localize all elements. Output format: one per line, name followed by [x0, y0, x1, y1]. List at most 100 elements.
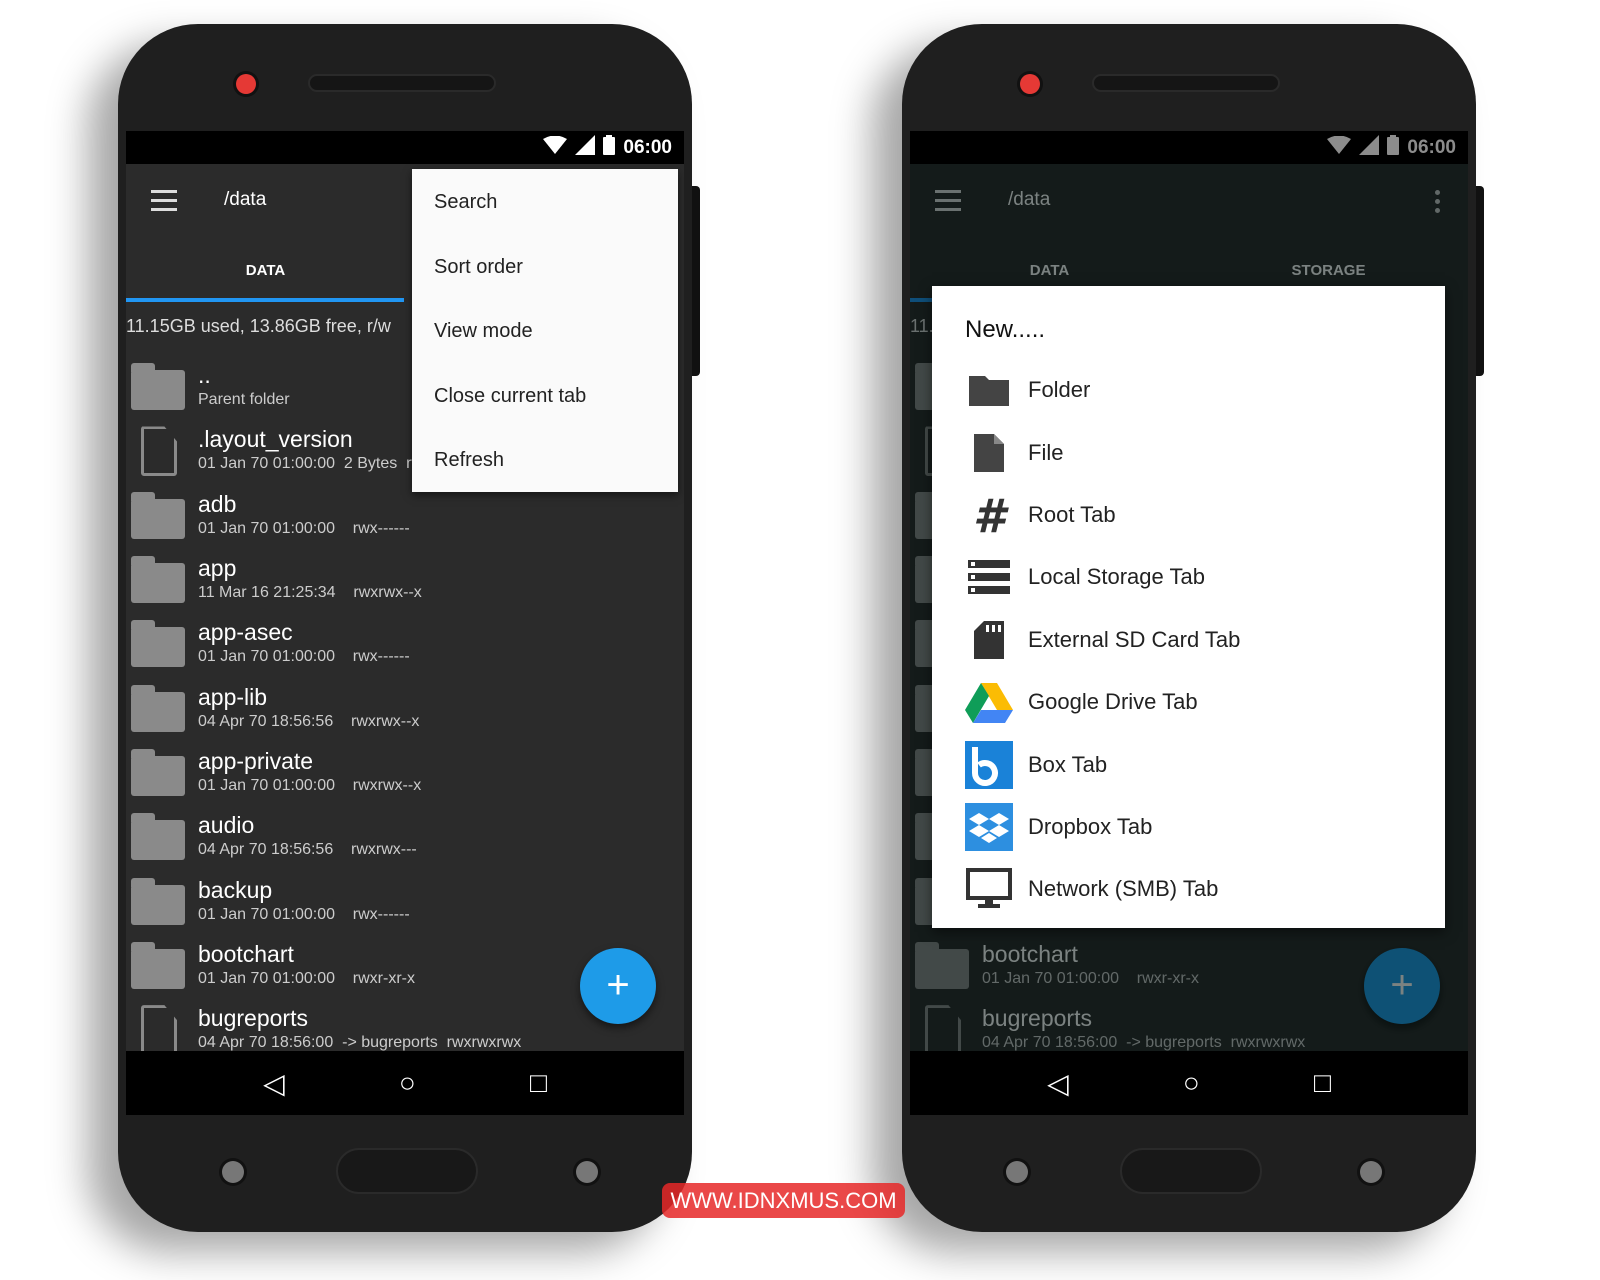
file-name: bootchart: [198, 940, 294, 967]
new-item-label: Network (SMB) Tab: [1028, 876, 1219, 902]
file-icon: [131, 1005, 187, 1056]
google-drive-icon: [964, 678, 1014, 726]
sd-card-icon: [964, 616, 1014, 664]
menu-item[interactable]: Close current tab: [412, 363, 678, 428]
new-item-label: Dropbox Tab: [1028, 813, 1153, 839]
home-button: [1120, 1148, 1262, 1194]
file-name: backup: [198, 876, 273, 903]
nav-bar: ◁ ○ □: [126, 1051, 684, 1115]
current-path: /data: [224, 189, 267, 210]
new-item-label: Root Tab: [1028, 501, 1116, 527]
status-bar: 06:00: [126, 131, 684, 164]
power-button: [1476, 186, 1484, 376]
phone: 06:00 /data DATASTORAGE 11.15GB used, 13…: [118, 24, 700, 1232]
file-details: 04 Apr 70 18:56:56 rwxrwx---: [198, 841, 417, 859]
recents-icon[interactable]: □: [1314, 1067, 1331, 1099]
file-name: ..: [198, 362, 211, 389]
speaker: [308, 74, 496, 92]
home-icon[interactable]: ○: [399, 1067, 416, 1099]
list-item[interactable]: app-lib 04 Apr 70 18:56:56 rwxrwx--x: [126, 676, 684, 740]
new-item-label: Local Storage Tab: [1028, 564, 1205, 590]
list-item[interactable]: app 11 Mar 16 21:25:34 rwxrwx--x: [126, 548, 684, 612]
file-details: 01 Jan 70 01:00:00 rwx------: [198, 519, 410, 537]
folder-icon: [131, 877, 187, 925]
new-item[interactable]: Folder: [932, 359, 1445, 421]
camera: [1020, 74, 1040, 94]
list-item[interactable]: adb 01 Jan 70 01:00:00 rwx------: [126, 484, 684, 548]
list-item[interactable]: audio 04 Apr 70 18:56:56 rwxrwx---: [126, 805, 684, 869]
camera: [236, 74, 256, 94]
new-item-label: Google Drive Tab: [1028, 689, 1198, 715]
list-item[interactable]: app-asec 01 Jan 70 01:00:00 rwx------: [126, 612, 684, 676]
overflow-menu: Search Sort order View mode Close current t…: [412, 169, 678, 492]
wifi-icon: [543, 135, 568, 160]
screen: 06:00 /data DATASTORAGE 11.15GB used, 13…: [910, 131, 1468, 1115]
svg-text:#: #: [973, 494, 1009, 536]
new-item-label: External SD Card Tab: [1028, 626, 1241, 652]
list-item[interactable]: backup 01 Jan 70 01:00:00 rwx------: [126, 869, 684, 933]
home-button: [336, 1148, 478, 1194]
watermark: WWW.IDNXMUS.COM: [662, 1183, 905, 1218]
folder-icon: [131, 620, 187, 668]
add-fab[interactable]: +: [580, 948, 656, 1024]
new-item[interactable]: File: [932, 421, 1445, 483]
phone: 06:00 /data DATASTORAGE 11.15GB used, 13…: [902, 24, 1484, 1232]
file-icon: [964, 429, 1014, 477]
menu-item[interactable]: View mode: [412, 298, 678, 363]
file-name: app: [198, 555, 237, 582]
monitor-icon: [964, 865, 1014, 913]
file-name: app-private: [198, 747, 314, 774]
box-icon: [964, 740, 1014, 789]
tab-data[interactable]: DATA: [126, 236, 405, 302]
new-item[interactable]: Google Drive Tab: [932, 671, 1445, 733]
file-name: bugreports: [198, 1005, 308, 1032]
file-details: 01 Jan 70 01:00:00 rwxr-xr-x: [198, 969, 415, 987]
sensor: [576, 1161, 598, 1183]
folder-icon: [131, 684, 187, 732]
new-item[interactable]: Local Storage Tab: [932, 546, 1445, 608]
file-name: app-lib: [198, 683, 268, 710]
new-item[interactable]: Dropbox Tab: [932, 796, 1445, 858]
list-item[interactable]: app-private 01 Jan 70 01:00:00 rwxrwx--x: [126, 741, 684, 805]
hash-icon: #: [964, 491, 1014, 539]
sensor: [1360, 1161, 1382, 1183]
dialog-title: New.....: [965, 316, 1046, 343]
tab-indicator: [126, 298, 404, 302]
speaker: [1092, 74, 1280, 92]
file-icon: [131, 426, 187, 477]
menu-item[interactable]: Sort order: [412, 234, 678, 299]
menu-item[interactable]: Refresh: [412, 427, 678, 492]
back-icon[interactable]: ◁: [1047, 1067, 1069, 1100]
battery-icon: [603, 134, 616, 161]
new-item[interactable]: External SD Card Tab: [932, 609, 1445, 671]
new-item[interactable]: # Root Tab: [932, 484, 1445, 546]
menu-item[interactable]: Search: [412, 169, 678, 234]
screen: 06:00 /data DATASTORAGE 11.15GB used, 13…: [126, 131, 684, 1115]
new-item-label: Folder: [1028, 377, 1091, 403]
nav-bar: ◁ ○ □: [910, 1051, 1468, 1115]
folder-icon: [131, 748, 187, 796]
folder-icon: [131, 941, 187, 989]
file-name: app-asec: [198, 619, 293, 646]
back-icon[interactable]: ◁: [263, 1067, 285, 1100]
file-details: Parent folder: [198, 391, 290, 409]
file-details: 11 Mar 16 21:25:34 rwxrwx--x: [198, 584, 422, 602]
storage-icon: [964, 553, 1014, 601]
file-name: .layout_version: [198, 426, 353, 453]
dropbox-icon: [964, 802, 1014, 851]
folder-icon: [131, 556, 187, 604]
file-details: 01 Jan 70 01:00:00 rwx------: [198, 905, 410, 923]
menu-icon[interactable]: [151, 189, 177, 211]
sensor: [1006, 1161, 1028, 1183]
sensor: [222, 1161, 244, 1183]
new-item[interactable]: Box Tab: [932, 733, 1445, 795]
file-details: 04 Apr 70 18:56:56 rwxrwx--x: [198, 712, 420, 730]
signal-icon: [575, 134, 596, 161]
file-details: 01 Jan 70 01:00:00 2 Bytes rw: [198, 455, 424, 473]
new-dialog: New..... Folder File # Root Tab Local Storag…: [932, 286, 1445, 928]
home-icon[interactable]: ○: [1183, 1067, 1200, 1099]
file-name: audio: [198, 812, 255, 839]
recents-icon[interactable]: □: [530, 1067, 547, 1099]
new-item[interactable]: Network (SMB) Tab: [932, 858, 1445, 920]
file-name: adb: [198, 490, 237, 517]
